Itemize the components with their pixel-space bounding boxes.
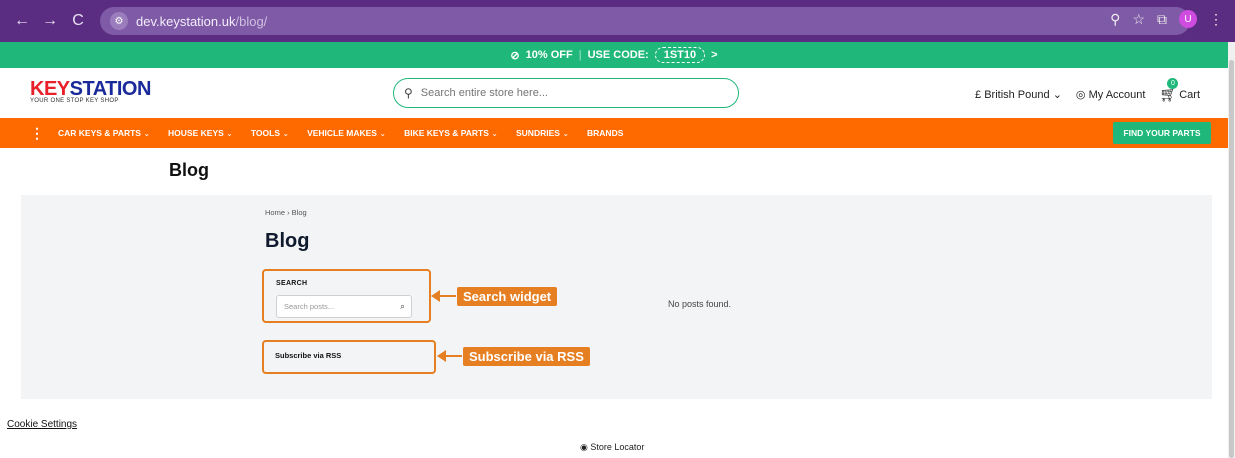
scrollbar-thumb[interactable] bbox=[1229, 60, 1234, 458]
search-widget-label: SEARCH bbox=[276, 280, 308, 287]
currency-switcher[interactable]: £ British Pound ⌄ bbox=[975, 88, 1062, 101]
store-search-input[interactable] bbox=[420, 87, 701, 99]
nav-vehicle-makes[interactable]: VEHICLE MAKES ⌄ bbox=[307, 128, 386, 138]
nav-sundries[interactable]: SUNDRIES ⌄ bbox=[516, 128, 569, 138]
promo-code: 1ST10 bbox=[654, 47, 706, 63]
site-logo[interactable]: KEYSTATION YOUR ONE STOP KEY SHOP bbox=[30, 78, 152, 104]
page: ← → C ⚙ dev.keystation.uk/blog/ ⚲ ☆ ⧉ U … bbox=[0, 0, 1235, 458]
blog-heading: Blog bbox=[265, 230, 310, 252]
nav-tools[interactable]: TOOLS ⌄ bbox=[251, 128, 289, 138]
account-link[interactable]: ◎ My Account bbox=[1076, 88, 1146, 101]
logo-key: KEY bbox=[30, 78, 70, 100]
promo-offer: 10% OFF bbox=[525, 49, 573, 61]
page-title: Blog bbox=[169, 160, 209, 180]
breadcrumb[interactable]: Home › Blog bbox=[265, 208, 307, 217]
header-actions: £ British Pound ⌄ ◎ My Account 🛒︎ 0 Cart bbox=[975, 78, 1200, 103]
search-icon: ⚲ bbox=[404, 86, 413, 100]
nav-house-keys[interactable]: HOUSE KEYS ⌄ bbox=[168, 128, 233, 138]
search-widget: SEARCH Search posts... ⌕ bbox=[262, 269, 431, 323]
more-menu-icon[interactable]: ⋮ bbox=[30, 125, 44, 142]
subscribe-rss-link[interactable]: Subscribe via RSS bbox=[275, 351, 341, 360]
main-navigation: ⋮ CAR KEYS & PARTS ⌄ HOUSE KEYS ⌄ TOOLS … bbox=[0, 118, 1228, 148]
store-search[interactable]: ⚲ bbox=[393, 78, 739, 108]
zoom-icon[interactable]: ⚲ bbox=[1110, 11, 1120, 28]
annotation-rss: Subscribe via RSS bbox=[463, 347, 590, 366]
annotation-arrow-rss bbox=[444, 355, 462, 357]
find-your-parts-button[interactable]: FIND YOUR PARTS bbox=[1113, 122, 1211, 144]
promo-code-label: USE CODE: bbox=[587, 49, 649, 61]
promo-separator: | bbox=[578, 49, 582, 61]
promo-arrow-icon[interactable]: > bbox=[711, 49, 717, 61]
no-posts-message: No posts found. bbox=[668, 299, 732, 309]
nav-car-keys[interactable]: CAR KEYS & PARTS ⌄ bbox=[58, 128, 150, 138]
store-locator-link[interactable]: ◉ Store Locator bbox=[580, 442, 644, 453]
browser-actions: ⚲ ☆ ⧉ U ⋮ bbox=[1110, 10, 1223, 28]
blog-content-area bbox=[21, 195, 1212, 399]
extensions-icon[interactable]: ⧉ bbox=[1157, 11, 1167, 28]
rss-widget: Subscribe via RSS bbox=[262, 340, 436, 374]
promo-bar[interactable]: ⊘ 10% OFF | USE CODE: 1ST10 > bbox=[0, 42, 1228, 68]
search-posts-input[interactable]: Search posts... ⌕ bbox=[276, 295, 412, 318]
address-bar[interactable]: ⚙ dev.keystation.uk/blog/ bbox=[100, 7, 1190, 35]
nav-bike-keys[interactable]: BIKE KEYS & PARTS ⌄ bbox=[404, 128, 498, 138]
back-button[interactable]: ← bbox=[8, 12, 36, 30]
browser-toolbar: ← → C ⚙ dev.keystation.uk/blog/ ⚲ ☆ ⧉ U … bbox=[0, 0, 1235, 42]
annotation-arrow-search bbox=[438, 295, 456, 297]
tag-icon: ⊘ bbox=[510, 49, 520, 62]
bookmark-star-icon[interactable]: ☆ bbox=[1132, 11, 1145, 28]
site-settings-icon[interactable]: ⚙ bbox=[110, 12, 128, 30]
nav-brands[interactable]: BRANDS bbox=[587, 128, 623, 138]
chevron-down-icon: ⌄ bbox=[1052, 89, 1062, 101]
forward-button[interactable]: → bbox=[36, 12, 64, 30]
profile-avatar[interactable]: U bbox=[1179, 10, 1197, 28]
user-icon: ◎ bbox=[1075, 89, 1086, 101]
cart-link[interactable]: 🛒︎ 0 Cart bbox=[1159, 78, 1200, 103]
logo-station: STATION bbox=[69, 78, 152, 100]
location-pin-icon: ◉ bbox=[580, 442, 588, 452]
cookie-settings-link[interactable]: Cookie Settings bbox=[7, 419, 77, 430]
site-header: KEYSTATION YOUR ONE STOP KEY SHOP ⚲ £ Br… bbox=[0, 68, 1228, 118]
cart-label: Cart bbox=[1179, 88, 1200, 101]
search-icon[interactable]: ⌕ bbox=[400, 301, 405, 312]
reload-button[interactable]: C bbox=[64, 12, 92, 30]
url-text[interactable]: dev.keystation.uk/blog/ bbox=[136, 14, 267, 29]
annotation-search-widget: Search widget bbox=[457, 287, 558, 306]
menu-kebab-icon[interactable]: ⋮ bbox=[1209, 11, 1223, 28]
